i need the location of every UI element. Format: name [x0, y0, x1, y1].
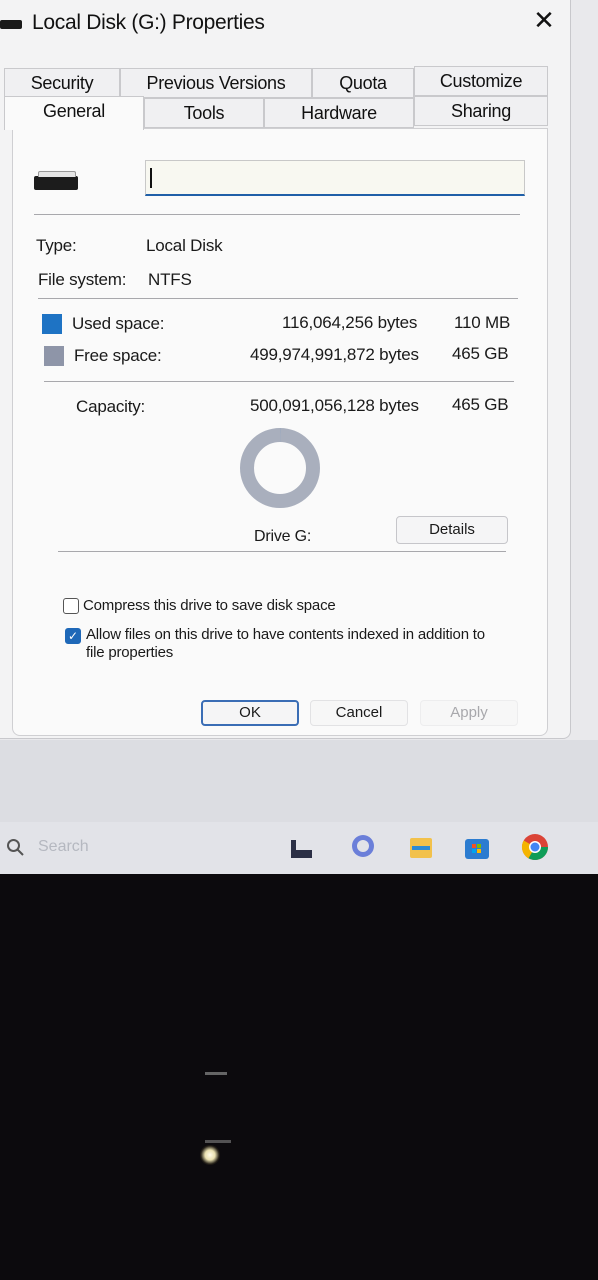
compress-checkbox[interactable] — [63, 598, 79, 614]
tab-security[interactable]: Security — [4, 68, 120, 98]
index-checkbox[interactable]: ✓ — [65, 628, 81, 644]
taskbar-search[interactable]: Search — [38, 838, 89, 856]
file-system-value: NTFS — [148, 270, 192, 289]
reflection-highlight — [205, 1072, 227, 1075]
tab-hardware[interactable]: Hardware — [264, 98, 414, 128]
chrome-icon[interactable] — [520, 832, 550, 862]
window-title: Local Disk (G:) Properties — [32, 11, 265, 34]
close-button[interactable]: ✕ — [528, 4, 560, 36]
disk-usage-donut — [240, 428, 320, 508]
chat-icon[interactable] — [348, 832, 378, 862]
tab-customize[interactable]: Customize — [414, 66, 548, 96]
reflection-highlight — [205, 1140, 231, 1143]
store-icon[interactable] — [462, 832, 492, 862]
used-space-label: Used space: — [72, 314, 165, 333]
index-label-line2: file properties — [86, 644, 174, 661]
free-space-swatch — [44, 346, 64, 366]
desktop-background — [0, 740, 598, 830]
free-space-size: 465 GB — [452, 344, 509, 363]
checkmark-icon: ✓ — [67, 629, 79, 643]
type-value: Local Disk — [146, 236, 223, 255]
drive-icon — [34, 171, 78, 190]
details-button[interactable]: Details — [396, 516, 508, 544]
ok-button[interactable]: OK — [201, 700, 299, 726]
used-space-size: 110 MB — [454, 313, 511, 332]
file-system-label: File system: — [38, 270, 127, 289]
apply-button[interactable]: Apply — [420, 700, 518, 726]
tab-quota[interactable]: Quota — [312, 68, 414, 98]
used-space-bytes: 116,064,256 bytes — [282, 313, 418, 332]
task-view-icon[interactable] — [288, 832, 318, 862]
divider — [58, 551, 506, 552]
tab-tools[interactable]: Tools — [144, 98, 264, 128]
cancel-button[interactable]: Cancel — [310, 700, 408, 726]
text-cursor — [150, 168, 152, 188]
tab-sharing[interactable]: Sharing — [414, 96, 548, 126]
title-bar[interactable]: Local Disk (G:) Properties ✕ — [0, 0, 570, 50]
capacity-size: 465 GB — [452, 395, 509, 414]
screen: Local Disk (G:) Properties ✕ Security Pr… — [0, 0, 598, 874]
type-label: Type: — [36, 236, 77, 255]
divider — [44, 381, 514, 382]
free-space-label: Free space: — [74, 346, 162, 365]
drive-letter-label: Drive G: — [254, 528, 312, 545]
free-space-bytes: 499,974,991,872 bytes — [250, 345, 419, 364]
properties-dialog: Local Disk (G:) Properties ✕ Security Pr… — [0, 0, 571, 739]
file-explorer-icon[interactable] — [406, 832, 436, 862]
tab-general[interactable]: General — [4, 96, 144, 130]
divider — [34, 214, 520, 215]
drive-name-input[interactable] — [145, 160, 525, 196]
search-icon[interactable] — [6, 838, 24, 856]
divider — [38, 298, 518, 299]
capacity-bytes: 500,091,056,128 bytes — [250, 396, 419, 415]
capacity-label: Capacity: — [76, 397, 146, 416]
reflection-glare — [200, 1145, 220, 1165]
used-space-swatch — [42, 314, 62, 334]
compress-label: Compress this drive to save disk space — [83, 597, 336, 614]
drive-title-icon — [0, 20, 22, 29]
donut-free-ring — [240, 428, 320, 508]
tab-previous-versions[interactable]: Previous Versions — [120, 68, 312, 98]
index-label-line1: Allow files on this drive to have conten… — [86, 626, 485, 643]
